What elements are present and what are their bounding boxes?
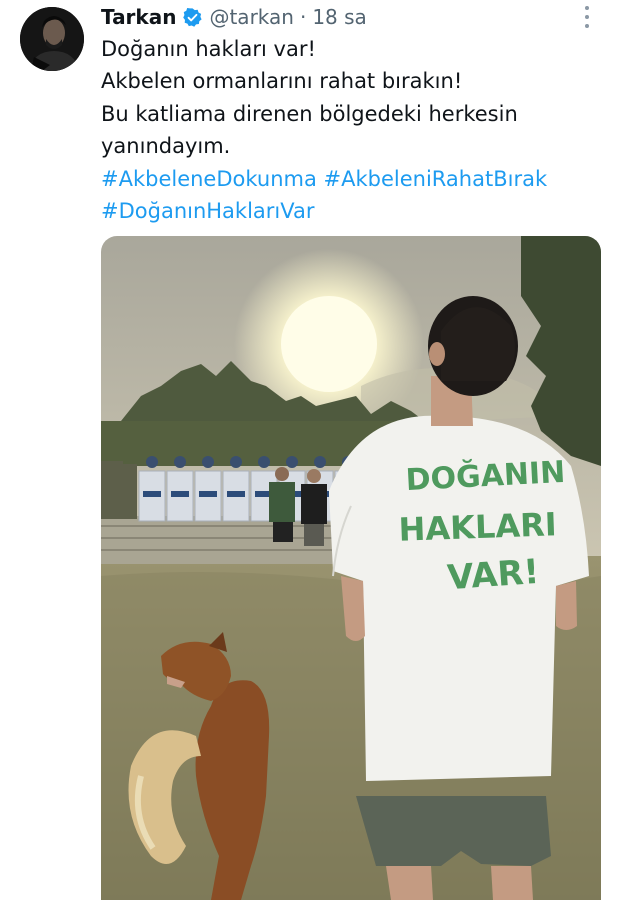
hashtag-link[interactable]: #DoğanınHaklarıVar: [101, 199, 315, 223]
tweet-timestamp[interactable]: 18 sa: [312, 5, 366, 29]
author-name[interactable]: Tarkan: [101, 5, 176, 29]
tweet-line: yanındayım.: [101, 134, 231, 159]
header-separator: ·: [299, 5, 307, 29]
tweet-line: Bu katliama direnen bölgedeki herkesin: [101, 101, 518, 126]
shirt-text-line: HAKLARI: [398, 505, 557, 548]
author-avatar[interactable]: [20, 7, 84, 71]
verified-badge-icon: [182, 7, 203, 28]
author-handle[interactable]: @tarkan: [209, 5, 293, 29]
hashtag-line: #AkbeleneDokunma #AkbeleniRahatBırak: [101, 163, 606, 195]
tweet-line: Akbelen ormanlarını rahat bırakın!: [101, 69, 463, 94]
more-options-icon[interactable]: [578, 6, 596, 28]
tweet-photo[interactable]: DOĞANIN HAKLARI VAR!: [101, 236, 601, 900]
hashtag-link[interactable]: #AkbeleneDokunma: [101, 167, 317, 191]
shirt-text-line: VAR!: [446, 552, 541, 598]
tweet-line: Doğanın hakları var!: [101, 37, 316, 61]
tweet-text: Doğanın hakları var! Akbelen ormanlarını…: [101, 33, 606, 227]
tweet-header: Tarkan @tarkan · 18 sa: [101, 4, 367, 30]
hashtag-line: #DoğanınHaklarıVar: [101, 195, 606, 227]
hashtag-link[interactable]: #AkbeleniRahatBırak: [324, 167, 548, 191]
